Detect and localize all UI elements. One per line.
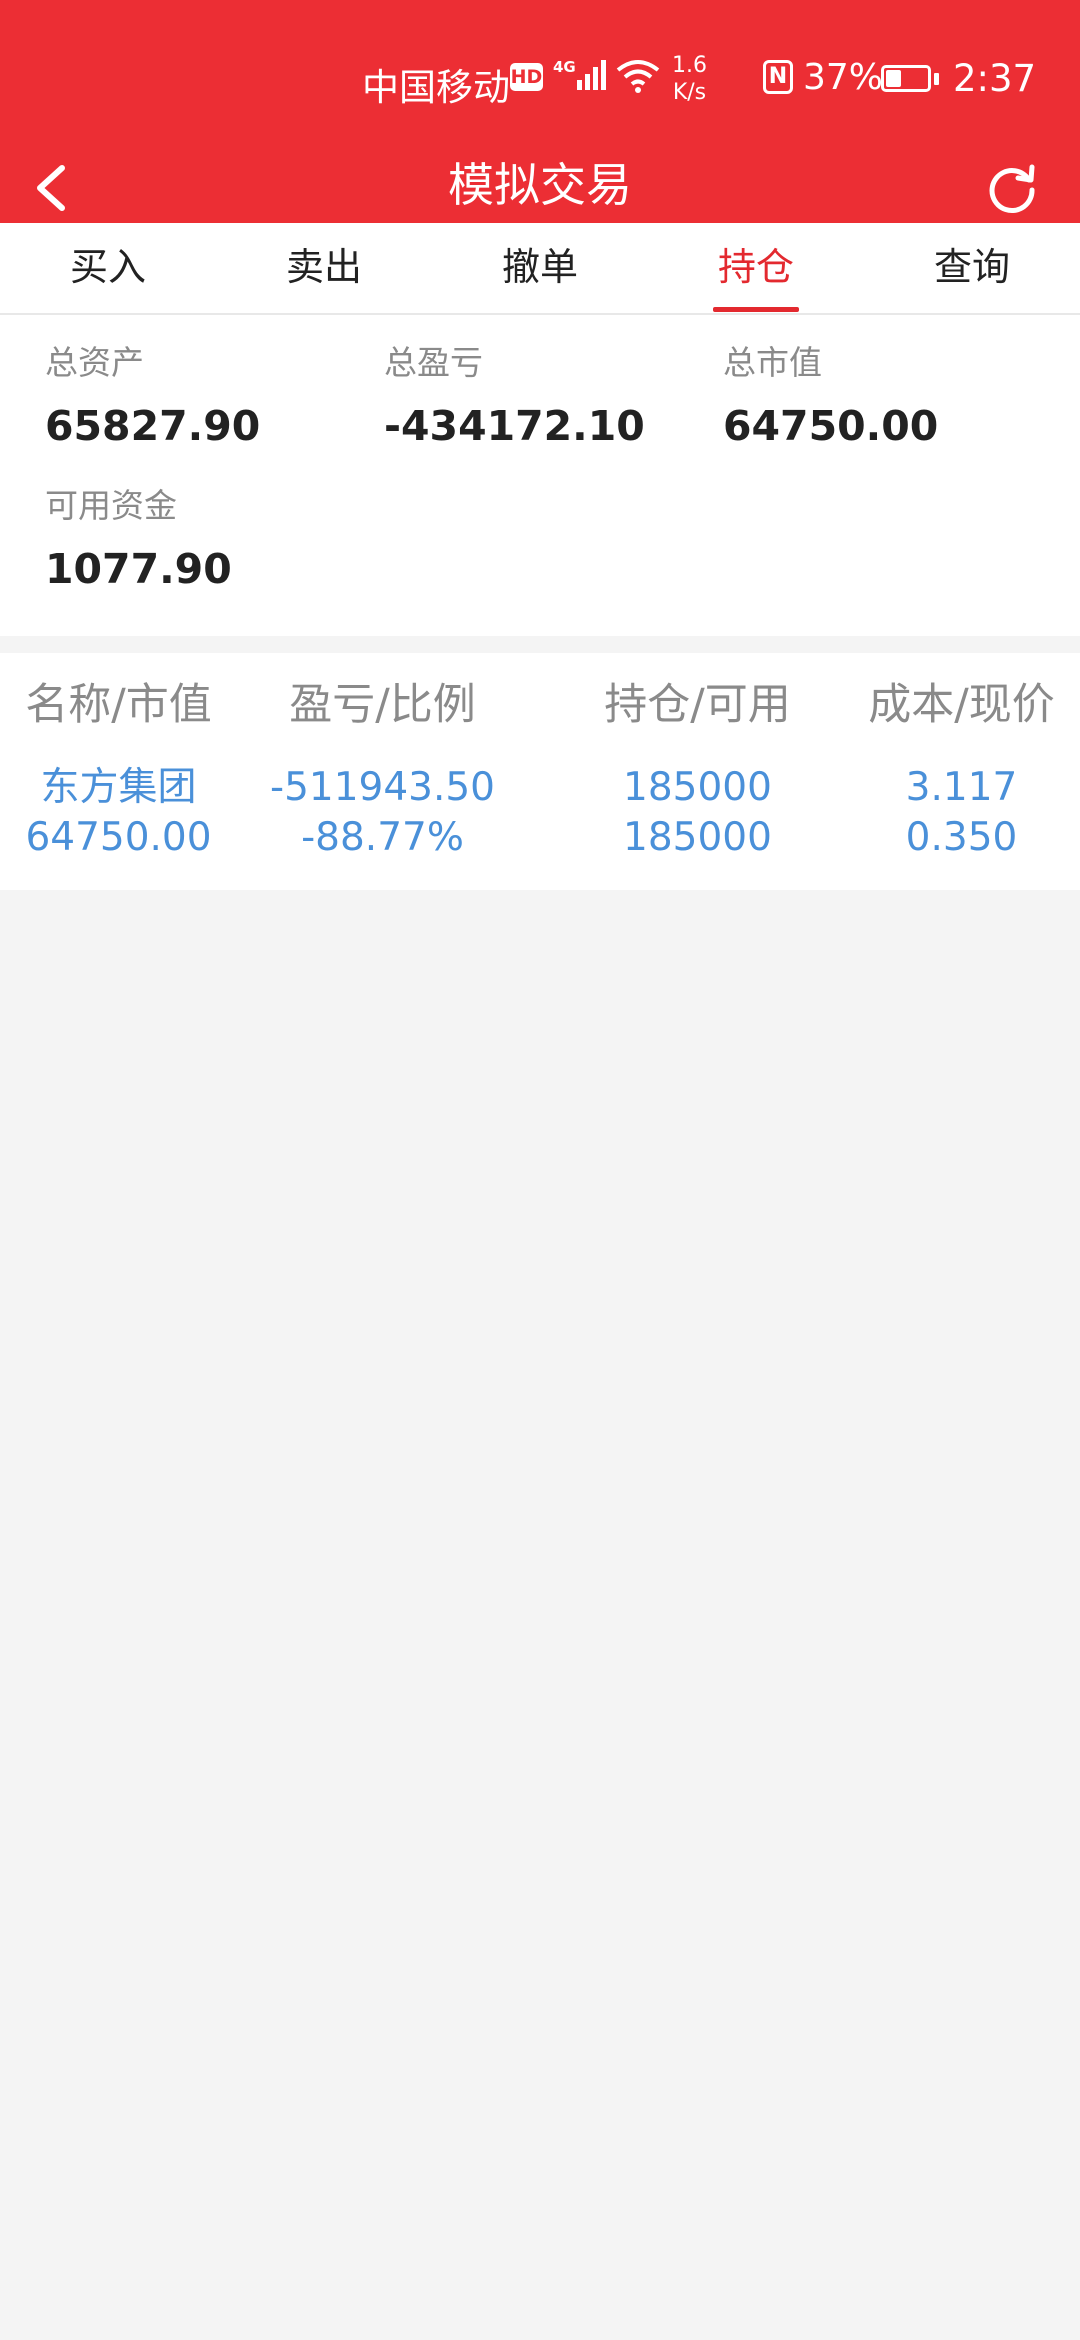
- col-cost-price: 成本/现价: [843, 675, 1080, 735]
- page-title: 模拟交易: [448, 158, 632, 212]
- speed-unit: K/s: [672, 80, 707, 105]
- clock: 2:37: [953, 57, 1037, 100]
- header-pnl-ratio: 盈亏/比例: [289, 680, 476, 730]
- speed-value: 1.6: [672, 53, 707, 78]
- holdings-table: 名称/市值 盈亏/比例 持仓/可用 成本/现价 东方集团 64750.00 -5…: [0, 653, 1080, 890]
- stock-pnl-ratio: -88.77%: [301, 815, 464, 860]
- header-position-available: 持仓/可用: [604, 680, 791, 730]
- battery-icon: [881, 65, 931, 92]
- trade-tabs: 买入 卖出 撤单 持仓 查询: [0, 223, 1080, 315]
- signal-icon: [575, 58, 611, 96]
- stock-position: 185000: [623, 765, 772, 810]
- account-summary: 总资产 65827.90 总盈亏 -434172.10 总市值 64750.00…: [0, 315, 1080, 636]
- row-cost-cell: 3.117 0.350: [843, 763, 1080, 863]
- available-funds-label: 可用资金: [45, 486, 177, 525]
- total-pnl-value: -434172.10: [384, 402, 645, 450]
- total-assets-label: 总资产: [45, 343, 144, 382]
- total-market-value-value: 64750.00: [723, 402, 939, 450]
- network-type: 4G: [553, 58, 576, 76]
- status-bar: 中国移动 HD 4G 1.6 K/s N 37% 2:37: [0, 0, 1080, 150]
- wifi-icon: [616, 58, 660, 98]
- app-header: 中国移动 HD 4G 1.6 K/s N 37% 2:37 模拟交易: [0, 0, 1080, 223]
- header-name-value: 名称/市值: [25, 680, 212, 730]
- battery-tip: [934, 73, 939, 85]
- stock-cost: 3.117: [905, 765, 1018, 810]
- total-market-value: 总市值 64750.00: [723, 343, 938, 451]
- col-name-value: 名称/市值: [0, 675, 237, 735]
- col-position-available: 持仓/可用: [579, 675, 816, 735]
- tab-query[interactable]: 查询: [864, 223, 1080, 313]
- tab-positions[interactable]: 持仓: [648, 223, 864, 313]
- hd-icon: HD: [510, 63, 543, 91]
- available-funds: 可用资金 1077.90: [45, 486, 232, 594]
- total-assets-value: 65827.90: [45, 402, 261, 450]
- available-funds-value: 1077.90: [45, 545, 232, 593]
- total-market-value-label: 总市值: [723, 343, 822, 382]
- tab-cancel-order[interactable]: 撤单: [432, 223, 648, 313]
- stock-market-value: 64750.00: [25, 815, 212, 860]
- row-pnl-cell: -511943.50 -88.77%: [264, 763, 501, 863]
- carrier-name: 中国移动: [362, 66, 510, 109]
- total-assets: 总资产 65827.90: [45, 343, 260, 451]
- battery-percent: 37%: [803, 57, 884, 98]
- total-pnl: 总盈亏 -434172.10: [384, 343, 645, 451]
- refresh-icon: [989, 164, 1035, 213]
- stock-name: 东方集团: [40, 765, 197, 810]
- network-speed: 1.6 K/s: [672, 52, 707, 106]
- active-tab-indicator: [713, 307, 799, 312]
- header-cost-price: 成本/现价: [868, 680, 1055, 730]
- refresh-button[interactable]: [984, 160, 1040, 216]
- tab-sell[interactable]: 卖出: [216, 223, 432, 313]
- nfc-icon: N: [763, 60, 793, 94]
- col-pnl-ratio: 盈亏/比例: [264, 675, 501, 735]
- stock-available: 185000: [623, 815, 772, 860]
- row-name-cell: 东方集团 64750.00: [0, 763, 237, 863]
- stock-price: 0.350: [905, 815, 1018, 860]
- tab-buy[interactable]: 买入: [0, 223, 216, 313]
- total-pnl-label: 总盈亏: [384, 343, 483, 382]
- stock-pnl: -511943.50: [270, 765, 495, 810]
- row-position-cell: 185000 185000: [579, 763, 816, 863]
